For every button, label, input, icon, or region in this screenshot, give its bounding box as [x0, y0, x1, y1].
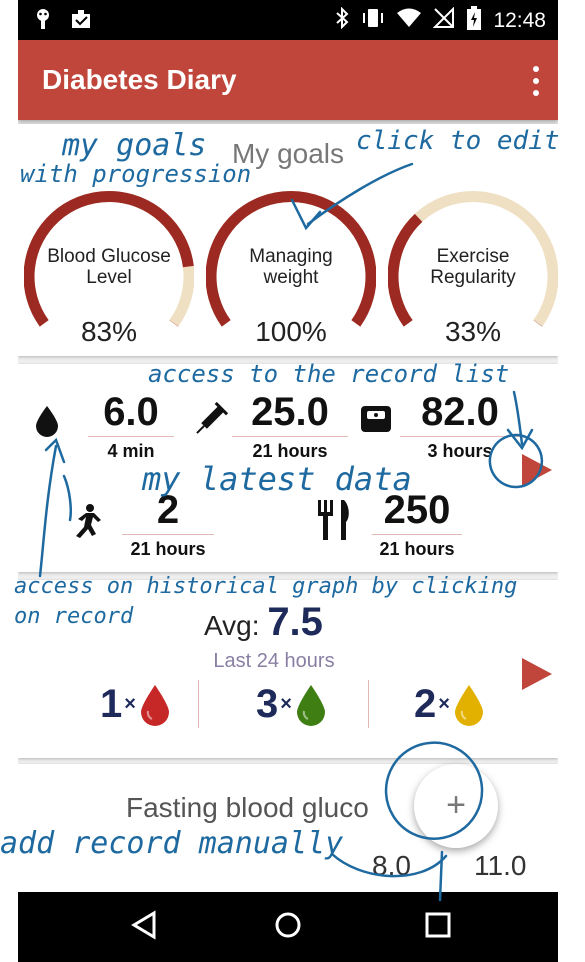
fork-knife-icon	[314, 498, 354, 550]
red-drop-icon	[140, 684, 169, 726]
green-drop-icon	[296, 684, 325, 726]
battery-charging-icon	[467, 6, 482, 36]
status-time: 12:48	[493, 9, 546, 32]
download-complete-icon	[70, 8, 92, 36]
count-high: 1 ×	[100, 682, 172, 727]
goal-label: Managing weight	[249, 246, 333, 288]
bluetooth-icon	[335, 6, 349, 35]
blood-drop-icon	[34, 404, 60, 446]
annotation-my-goals: my goals	[62, 128, 207, 163]
annotation-historical-line1: access on historical graph by clicking	[14, 574, 518, 599]
goal-label: Blood Glucose Level	[47, 246, 171, 288]
average-period: Last 24 hours	[213, 650, 335, 672]
record-food[interactable]: 250 21 hours	[372, 488, 462, 560]
annotation-historical-line2: on record	[14, 604, 134, 629]
record-exercise[interactable]: 2 21 hours	[122, 488, 214, 560]
running-icon	[66, 502, 104, 548]
app-bar: Diabetes Diary	[18, 40, 558, 120]
count-low: 2 ×	[414, 682, 486, 727]
status-right: 12:48	[335, 6, 546, 36]
average-value: 7.5	[267, 600, 323, 644]
goal-label: Exercise Regularity	[430, 246, 516, 288]
goal-gauge-blood-glucose[interactable]: Blood Glucose Level 83%	[24, 184, 194, 354]
back-icon[interactable]	[130, 910, 158, 940]
navigation-bar	[18, 892, 558, 962]
syringe-icon	[190, 401, 229, 448]
android-debug-icon	[34, 8, 52, 36]
recents-icon[interactable]	[424, 910, 452, 940]
goal-percent: 100%	[255, 316, 327, 347]
yellow-drop-icon	[454, 684, 483, 726]
fasting-title: Fasting blood gluco	[126, 792, 369, 823]
home-icon[interactable]	[274, 910, 302, 940]
screen: 12:48 Diabetes Diary My goals Blood Gluc…	[0, 0, 585, 962]
fasting-high-value: 11.0	[474, 850, 527, 881]
record-list-play-icon[interactable]	[518, 452, 554, 488]
goal-percent: 33%	[444, 316, 502, 347]
count-normal: 3 ×	[256, 682, 328, 727]
no-signal-icon	[433, 6, 455, 35]
annotation-add-record: add record manually	[0, 826, 344, 861]
annotation-latest-data: my latest data	[142, 460, 412, 498]
annotation-click-to-edit: click to edit	[356, 126, 560, 156]
average-label: Avg: 7.5	[204, 600, 323, 644]
goal-percent: 83%	[80, 316, 138, 347]
annotation-with-progression: with progression	[20, 160, 252, 188]
wifi-icon	[397, 8, 422, 34]
goal-gauge-managing-weight[interactable]: Managing weight 100%	[206, 184, 376, 354]
add-record-button[interactable]: +	[414, 764, 498, 848]
annotation-record-list: access to the record list	[148, 360, 510, 388]
overflow-menu-icon[interactable]	[530, 66, 542, 96]
goal-gauge-exercise-regularity[interactable]: Exercise Regularity 33%	[388, 184, 558, 354]
record-weight[interactable]: 82.0 3 hours	[400, 390, 520, 462]
status-bar: 12:48	[18, 0, 558, 40]
record-insulin[interactable]: 25.0 21 hours	[232, 390, 348, 462]
record-glucose[interactable]: 6.0 4 min	[88, 390, 174, 462]
fasting-low-value: 8.0	[372, 850, 411, 881]
status-left	[34, 8, 92, 36]
vibrate-icon	[361, 7, 385, 35]
app-title: Diabetes Diary	[42, 64, 237, 95]
scale-icon	[360, 404, 392, 442]
history-graph-play-icon[interactable]	[518, 656, 554, 692]
